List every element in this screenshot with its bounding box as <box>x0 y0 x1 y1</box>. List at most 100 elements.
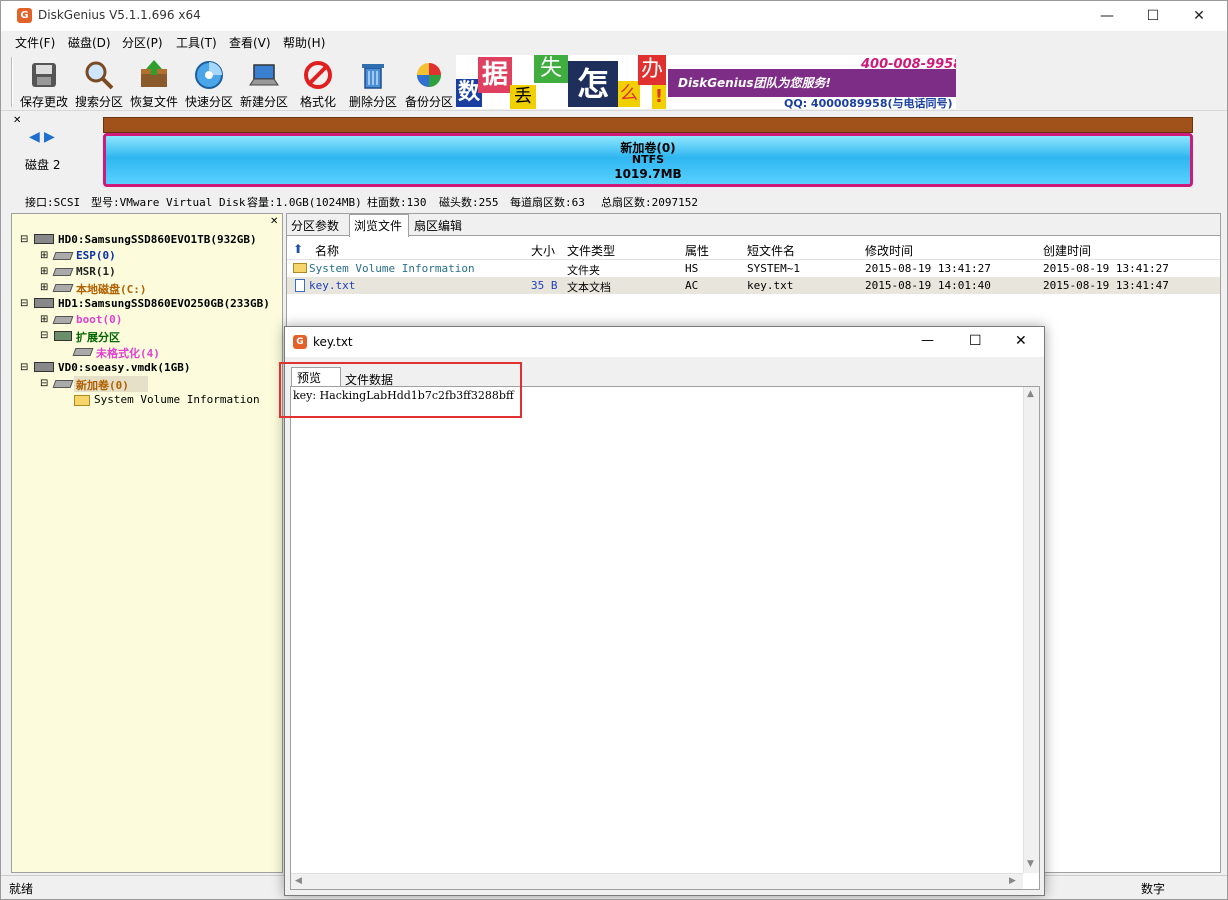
row-type: 文件夹 <box>567 264 600 277</box>
tree-expander-icon[interactable]: ⊞ <box>40 282 48 293</box>
diskgenius-window: G DiskGenius V5.1.1.696 x64 — ☐ ✕ 文件(F) … <box>0 0 1228 900</box>
table-row[interactable]: System Volume Information 文件夹 HS SYSTEM~… <box>287 260 1220 277</box>
tab-browse-files[interactable]: 浏览文件 <box>354 217 402 234</box>
tree-boot[interactable]: boot(0) <box>76 313 122 326</box>
dialog-close-button[interactable]: ✕ <box>1015 333 1027 349</box>
menu-partition[interactable]: 分区(P) <box>122 34 163 51</box>
tree-expander-icon[interactable]: ⊟ <box>20 362 28 373</box>
banner-char-6: 么 <box>618 81 640 107</box>
file-preview-dialog: G key.txt — ☐ ✕ 预览 文件数据 key: HackingLabH… <box>279 326 1045 896</box>
scroll-left-icon[interactable]: ◀ <box>295 876 302 886</box>
row-attr: HS <box>685 262 699 275</box>
quick-partition-button[interactable]: 快速分区 <box>183 57 235 109</box>
backup-partition-button[interactable]: 备份分区 <box>403 57 455 109</box>
recover-files-button[interactable]: 恢复文件 <box>128 57 180 109</box>
prev-disk-icon[interactable]: ◀ <box>29 129 40 145</box>
banner-brand: DiskGenius团队为您服务! <box>678 76 832 90</box>
row-attr: AC <box>685 279 699 292</box>
tab-sector-edit[interactable]: 扇区编辑 <box>414 217 462 234</box>
close-button[interactable]: ✕ <box>1176 1 1222 31</box>
info-heads: 磁头数:255 <box>439 196 499 209</box>
dialog-minimize-button[interactable]: — <box>921 333 934 348</box>
tree-expander-icon[interactable]: ⊞ <box>40 314 48 325</box>
tree-vd0[interactable]: VD0:soeasy.vmdk(1GB) <box>58 361 190 374</box>
tree-new-volume[interactable]: 新加卷(0) <box>76 377 129 393</box>
new-partition-button[interactable]: 新建分区 <box>238 57 290 109</box>
menu-file[interactable]: 文件(F) <box>15 34 55 51</box>
disk-graphic-area: ✕ ◀ ▶ 磁盘 2 新加卷(0) NTFS 1019.7MB <box>1 113 1227 191</box>
extended-partition-icon <box>54 331 72 341</box>
tree-local-disk-c[interactable]: 本地磁盘(C:) <box>76 281 147 297</box>
menu-help[interactable]: 帮助(H) <box>283 34 325 51</box>
tree-hd1[interactable]: HD1:SamsungSSD860EVO250GB(233GB) <box>58 297 270 310</box>
partition-bar[interactable]: 新加卷(0) NTFS 1019.7MB <box>103 113 1193 187</box>
row-name: key.txt <box>309 279 356 292</box>
scroll-up-icon[interactable]: ▲ <box>1027 389 1034 399</box>
row-modified: 2015-08-19 13:41:27 <box>865 262 991 275</box>
format-label: 格式化 <box>299 95 336 109</box>
table-row-selected[interactable]: key.txt 35 B 文本文档 AC key.txt 2015-08-19 … <box>287 277 1220 294</box>
tree-unformatted[interactable]: 未格式化(4) <box>96 345 160 361</box>
menu-tools[interactable]: 工具(T) <box>176 34 217 51</box>
column-created[interactable]: 创建时间 <box>1043 242 1091 259</box>
folder-icon <box>293 263 307 273</box>
minimize-button[interactable]: — <box>1084 1 1130 31</box>
info-model: 型号:VMware Virtual Disk <box>91 196 246 209</box>
banner-char-2: 据 <box>478 57 512 93</box>
title-bar: G DiskGenius V5.1.1.696 x64 — ☐ ✕ <box>1 1 1227 31</box>
tree-expander-icon[interactable]: ⊞ <box>40 266 48 277</box>
format-button[interactable]: 格式化 <box>295 57 341 109</box>
horizontal-scrollbar[interactable]: ◀ ▶ <box>291 873 1023 889</box>
column-short-name[interactable]: 短文件名 <box>747 242 795 259</box>
tree-close-icon[interactable]: ✕ <box>270 216 278 227</box>
tree-expander-icon[interactable]: ⊟ <box>40 378 48 389</box>
save-changes-button[interactable]: 保存更改 <box>19 57 69 109</box>
tree-expander-icon[interactable]: ⊟ <box>40 330 48 341</box>
vertical-scrollbar[interactable]: ▲ ▼ <box>1023 387 1039 873</box>
up-folder-icon[interactable]: ⬆ <box>293 242 303 256</box>
menu-view[interactable]: 查看(V) <box>229 34 271 51</box>
virtual-disk-icon <box>34 362 54 372</box>
partition-icon <box>52 316 74 324</box>
column-modified[interactable]: 修改时间 <box>865 242 913 259</box>
column-header-row: ⬆ 名称 大小 文件类型 属性 短文件名 修改时间 创建时间 <box>287 238 1220 260</box>
scroll-down-icon[interactable]: ▼ <box>1027 859 1034 869</box>
info-capacity: 容量:1.0GB(1024MB) <box>247 196 362 209</box>
delete-partition-button[interactable]: 删除分区 <box>347 57 399 109</box>
menu-disk[interactable]: 磁盘(D) <box>68 34 111 51</box>
quick-partition-label: 快速分区 <box>184 95 233 109</box>
partition-icon <box>52 380 74 388</box>
tree-esp[interactable]: ESP(0) <box>76 249 116 262</box>
column-name[interactable]: 名称 <box>315 242 339 259</box>
toolbar: 保存更改 搜索分区 恢复文件 快速分区 新建分区 格式化 删除分区 备份分区 数… <box>1 53 1227 111</box>
partition-block[interactable]: 新加卷(0) NTFS 1019.7MB <box>103 133 1193 187</box>
disk-tree-panel[interactable]: ✕ ⊟ HD0:SamsungSSD860EVO1TB(932GB) ⊞ ESP… <box>11 213 283 873</box>
dialog-maximize-button[interactable]: ☐ <box>969 333 982 349</box>
tree-hd0[interactable]: HD0:SamsungSSD860EVO1TB(932GB) <box>58 233 257 246</box>
ad-banner[interactable]: 数 据 丢 失 怎 么 办 ! DiskGenius团队为您服务! 400-00… <box>456 55 956 109</box>
tree-extended-partition[interactable]: 扩展分区 <box>76 329 120 345</box>
backup-partition-label: 备份分区 <box>404 95 453 109</box>
column-size[interactable]: 大小 <box>531 242 555 259</box>
search-partition-button[interactable]: 搜索分区 <box>73 57 125 109</box>
maximize-button[interactable]: ☐ <box>1130 1 1176 31</box>
tree-expander-icon[interactable]: ⊞ <box>40 250 48 261</box>
dialog-app-icon: G <box>293 335 307 349</box>
partition-icon <box>52 268 74 276</box>
search-partition-label: 搜索分区 <box>74 95 123 109</box>
row-created: 2015-08-19 13:41:47 <box>1043 279 1169 292</box>
tree-expander-icon[interactable]: ⊟ <box>20 298 28 309</box>
tree-expander-icon[interactable]: ⊟ <box>20 234 28 245</box>
column-attr[interactable]: 属性 <box>685 242 709 259</box>
info-cylinders: 柱面数:130 <box>367 196 427 209</box>
tree-msr[interactable]: MSR(1) <box>76 265 116 278</box>
tab-partition-params[interactable]: 分区参数 <box>291 217 339 234</box>
collapse-icon[interactable]: ✕ <box>13 115 21 126</box>
recover-files-label: 恢复文件 <box>129 95 178 109</box>
harddisk-icon <box>34 234 54 244</box>
scroll-right-icon[interactable]: ▶ <box>1009 876 1016 886</box>
tree-system-volume-info[interactable]: System Volume Information <box>94 393 260 406</box>
preview-text-area[interactable]: key: HackingLabHdd1b7c2fb3ff3288bff ▲ ▼ … <box>290 386 1040 890</box>
column-type[interactable]: 文件类型 <box>567 242 615 259</box>
next-disk-icon[interactable]: ▶ <box>44 129 55 145</box>
